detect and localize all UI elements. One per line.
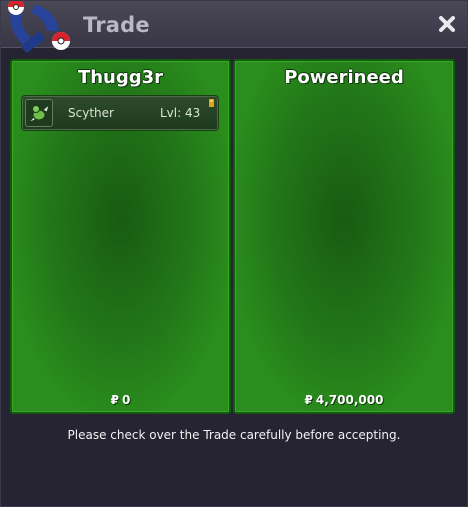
my-money-offer: ₽0 xyxy=(12,393,229,407)
my-offer-panel: Thugg3r Scyther Lvl: 43 ₽0 xyxy=(10,59,231,414)
currency-symbol: ₽ xyxy=(110,393,119,407)
their-player-name: Powerineed xyxy=(284,67,404,88)
trade-warning-text: Please check over the Trade carefully be… xyxy=(67,428,401,442)
held-item-icon xyxy=(209,99,214,107)
currency-symbol: ₽ xyxy=(304,393,313,407)
their-money-offer: ₽4,700,000 xyxy=(235,393,453,407)
scyther-icon xyxy=(25,99,53,127)
money-amount: 0 xyxy=(122,393,131,407)
window-title: Trade xyxy=(83,13,150,37)
offered-pokemon-slot[interactable]: Scyther Lvl: 43 xyxy=(21,95,219,131)
money-amount: 4,700,000 xyxy=(315,393,384,407)
pokeball-logo-icon xyxy=(8,1,70,53)
my-player-name: Thugg3r xyxy=(77,67,164,88)
their-offer-panel: Powerineed ₽4,700,000 xyxy=(233,59,455,414)
pokemon-name: Scyther xyxy=(68,106,114,120)
close-icon[interactable] xyxy=(437,14,457,34)
pokemon-level: Lvl: 43 xyxy=(160,106,201,120)
trade-window: Trade Thugg3r Scyther Lvl: 43 ₽ 0 Poweri… xyxy=(0,0,468,507)
